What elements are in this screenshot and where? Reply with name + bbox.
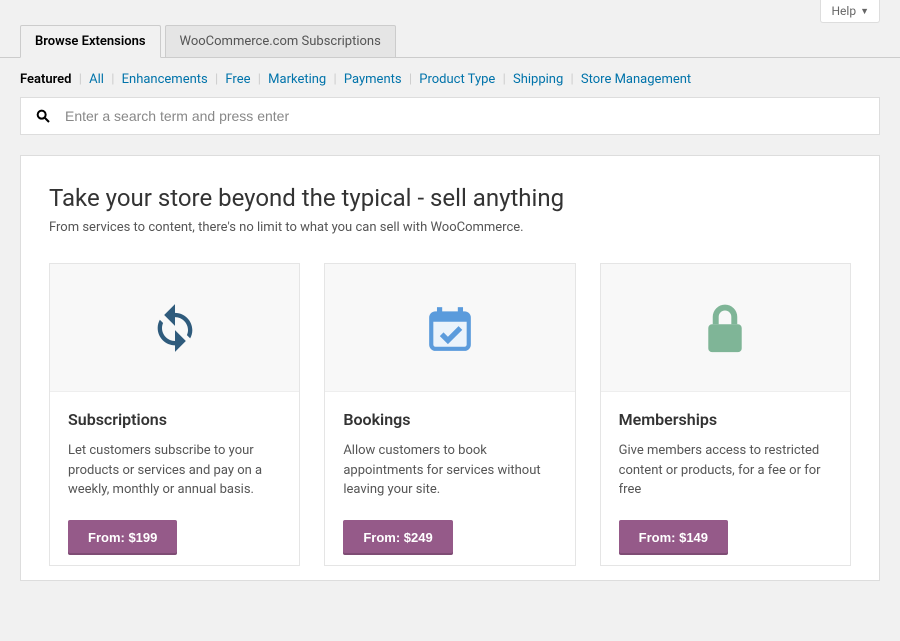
price-button-memberships[interactable]: From: $149 bbox=[619, 520, 728, 555]
hero-title: Take your store beyond the typical - sel… bbox=[49, 184, 851, 212]
filter-payments[interactable]: Payments bbox=[344, 72, 402, 87]
card-title: Subscriptions bbox=[68, 410, 281, 429]
filter-product-type[interactable]: Product Type bbox=[419, 72, 495, 87]
search-icon bbox=[35, 108, 51, 124]
card-subscriptions: Subscriptions Let customers subscribe to… bbox=[49, 263, 300, 566]
search-input[interactable] bbox=[65, 108, 865, 124]
card-desc: Let customers subscribe to your products… bbox=[68, 441, 281, 500]
filter-row: Featured | All | Enhancements | Free | M… bbox=[0, 58, 900, 97]
card-desc: Give members access to restricted conten… bbox=[619, 441, 832, 500]
search-bar bbox=[20, 97, 880, 135]
card-desc: Allow customers to book appointments for… bbox=[343, 441, 556, 500]
filter-marketing[interactable]: Marketing bbox=[268, 72, 326, 87]
filter-enhancements[interactable]: Enhancements bbox=[122, 72, 208, 87]
filter-store-management[interactable]: Store Management bbox=[581, 72, 691, 87]
hero-subtitle: From services to content, there's no lim… bbox=[49, 220, 851, 235]
tab-label: Browse Extensions bbox=[35, 34, 146, 49]
tab-label: WooCommerce.com Subscriptions bbox=[180, 34, 381, 49]
filter-featured[interactable]: Featured bbox=[20, 72, 72, 87]
price-button-subscriptions[interactable]: From: $199 bbox=[68, 520, 177, 555]
chevron-down-icon: ▼ bbox=[860, 6, 869, 17]
lock-icon bbox=[601, 264, 850, 392]
filter-all[interactable]: All bbox=[89, 72, 104, 87]
help-dropdown[interactable]: Help ▼ bbox=[820, 0, 880, 23]
card-memberships: Memberships Give members access to restr… bbox=[600, 263, 851, 566]
cards: Subscriptions Let customers subscribe to… bbox=[49, 263, 851, 566]
card-title: Bookings bbox=[343, 410, 556, 429]
calendar-check-icon bbox=[325, 264, 574, 392]
card-title: Memberships bbox=[619, 410, 832, 429]
price-button-bookings[interactable]: From: $249 bbox=[343, 520, 452, 555]
help-label: Help bbox=[831, 4, 856, 18]
card-bookings: Bookings Allow customers to book appoint… bbox=[324, 263, 575, 566]
filter-free[interactable]: Free bbox=[225, 72, 250, 87]
refresh-icon bbox=[50, 264, 299, 392]
filter-shipping[interactable]: Shipping bbox=[513, 72, 563, 87]
tab-browse-extensions[interactable]: Browse Extensions bbox=[20, 25, 161, 58]
tab-woocommerce-subscriptions[interactable]: WooCommerce.com Subscriptions bbox=[165, 25, 396, 58]
hero-panel: Take your store beyond the typical - sel… bbox=[20, 155, 880, 581]
tabs: Browse Extensions WooCommerce.com Subscr… bbox=[0, 25, 900, 58]
